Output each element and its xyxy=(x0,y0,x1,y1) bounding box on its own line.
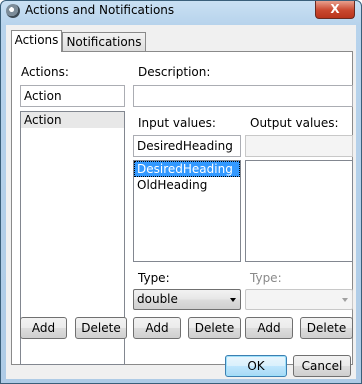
add-input-button[interactable]: Add xyxy=(133,317,181,339)
chevron-down-icon xyxy=(230,298,236,302)
add-action-button[interactable]: Add xyxy=(20,317,67,339)
input-type-label: Type: xyxy=(138,271,170,285)
delete-input-button[interactable]: Delete xyxy=(188,317,241,339)
ok-button[interactable]: OK xyxy=(225,355,287,377)
tab-actions[interactable]: Actions xyxy=(11,30,62,52)
output-values-list[interactable] xyxy=(245,160,353,262)
input-type-select[interactable]: double xyxy=(133,289,241,310)
title-bar[interactable]: Actions and Notifications X xyxy=(1,1,361,23)
dialog-body: Actions Notifications Actions: Action Ac… xyxy=(6,25,356,379)
chevron-down-icon xyxy=(342,298,348,302)
actions-notifications-window: Actions and Notifications X Actions Noti… xyxy=(0,0,362,384)
add-output-button[interactable]: Add xyxy=(245,317,293,339)
actions-label: Actions: xyxy=(21,65,69,79)
input-value-field[interactable]: DesiredHeading xyxy=(133,135,241,157)
output-value-field[interactable] xyxy=(245,135,353,157)
actions-tab-panel: Actions: Action Action Add Delete Descri… xyxy=(11,51,353,365)
cancel-button[interactable]: Cancel xyxy=(293,355,351,377)
input-values-list[interactable]: DesiredHeading OldHeading xyxy=(133,160,241,262)
input-values-label: Input values: xyxy=(138,116,216,130)
tab-notifications[interactable]: Notifications xyxy=(62,32,146,52)
delete-action-button[interactable]: Delete xyxy=(75,317,127,339)
list-item-action[interactable]: Action xyxy=(21,112,124,128)
app-icon xyxy=(6,4,20,18)
output-type-select[interactable] xyxy=(245,289,353,310)
delete-output-button[interactable]: Delete xyxy=(300,317,353,339)
action-name-field[interactable]: Action xyxy=(20,85,125,107)
close-button[interactable]: X xyxy=(315,1,355,19)
list-item-desiredheading[interactable]: DesiredHeading xyxy=(134,161,240,177)
close-icon: X xyxy=(330,2,340,16)
window-title: Actions and Notifications xyxy=(25,3,175,17)
output-values-label: Output values: xyxy=(250,116,339,130)
output-type-label: Type: xyxy=(250,271,282,285)
input-type-value: double xyxy=(137,292,178,306)
description-field[interactable] xyxy=(133,85,353,107)
description-label: Description: xyxy=(138,65,211,79)
list-item-oldheading[interactable]: OldHeading xyxy=(134,177,240,193)
